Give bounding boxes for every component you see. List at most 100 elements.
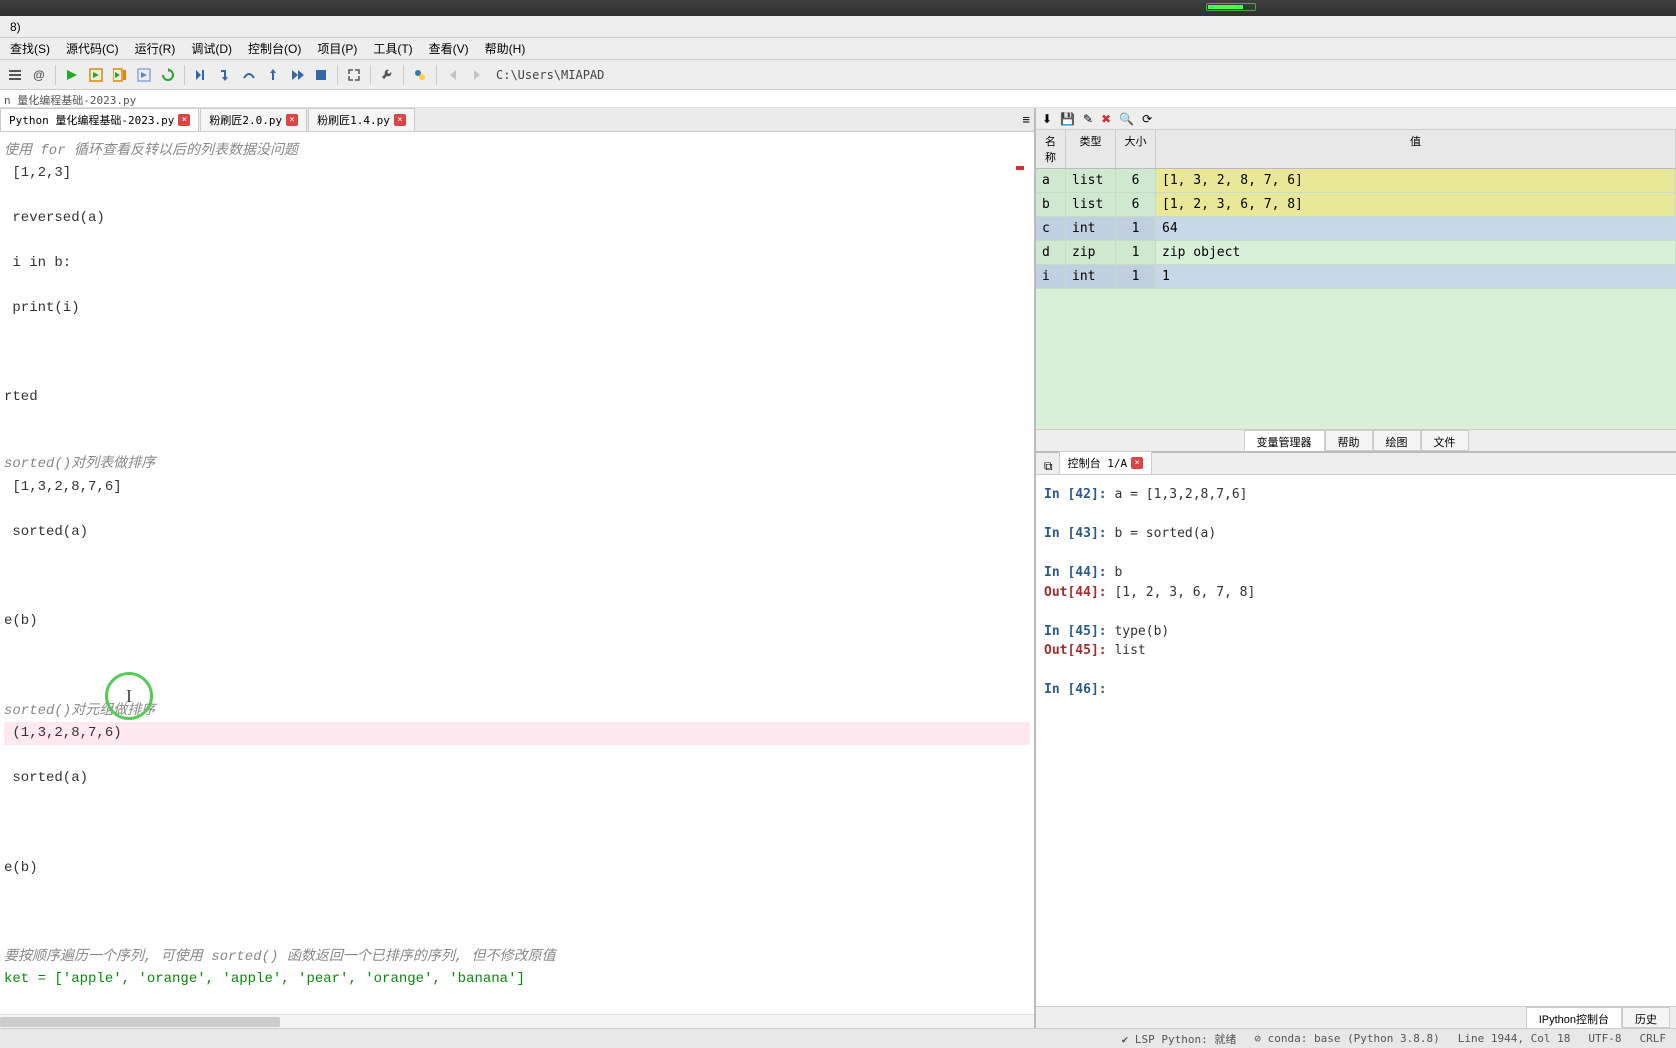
code-line: [4, 565, 1030, 587]
menu-item[interactable]: 工具(T): [365, 37, 420, 60]
code-line: sorted()对元组做排序: [4, 700, 1030, 722]
close-icon[interactable]: ×: [394, 114, 406, 126]
debug-step-icon[interactable]: [190, 64, 212, 86]
variable-cell: i: [1036, 265, 1066, 289]
at-icon[interactable]: @: [28, 64, 50, 86]
variable-explorer: 名称类型大小值 alist6[1, 3, 2, 8, 7, 6]blist6[1…: [1036, 130, 1676, 429]
column-header[interactable]: 名称: [1036, 130, 1066, 168]
editor-tab[interactable]: 粉刷匠2.0.py×: [200, 108, 307, 131]
list-icon[interactable]: [4, 64, 26, 86]
run-selection-icon[interactable]: [133, 64, 155, 86]
reload-icon[interactable]: [157, 64, 179, 86]
nav-back-icon[interactable]: [442, 64, 464, 86]
variable-cell: 6: [1116, 169, 1156, 193]
console-entry: In [46]:: [1044, 680, 1668, 700]
variable-cell: [1, 3, 2, 8, 7, 6]: [1156, 169, 1676, 193]
run-cell-icon[interactable]: [85, 64, 107, 86]
pane-tab[interactable]: 文件: [1421, 430, 1469, 451]
code-line: [4, 812, 1030, 834]
code-line: ket = ['apple', 'orange', 'apple', 'pear…: [4, 968, 1030, 990]
code-editor[interactable]: I 使用 for 循环查看反转以后的列表数据没问题 [1,2,3] revers…: [0, 132, 1034, 1014]
variable-cell: 6: [1116, 193, 1156, 217]
close-icon[interactable]: ×: [286, 114, 298, 126]
close-icon[interactable]: ×: [1131, 457, 1143, 469]
nav-fwd-icon[interactable]: [466, 64, 488, 86]
variable-cell: int: [1066, 265, 1116, 289]
maximize-icon[interactable]: [343, 64, 365, 86]
wrench-icon[interactable]: [376, 64, 398, 86]
code-line: e(b): [4, 610, 1030, 632]
editor-tab[interactable]: 粉刷匠1.4.py×: [308, 108, 415, 131]
menu-item[interactable]: 查找(S): [2, 37, 58, 60]
code-line: [4, 588, 1030, 610]
debug-out-icon[interactable]: [262, 64, 284, 86]
python-icon[interactable]: [409, 64, 431, 86]
cursor-indicator-icon: I: [105, 672, 153, 720]
close-icon[interactable]: ×: [178, 114, 190, 126]
variable-cell: 64: [1156, 217, 1676, 241]
run-cell-advance-icon[interactable]: [109, 64, 131, 86]
save-icon[interactable]: 💾: [1060, 112, 1075, 126]
editor-pane: Python 量化编程基础-2023.py×粉刷匠2.0.py×粉刷匠1.4.p…: [0, 108, 1036, 1028]
search-icon[interactable]: 🔍: [1119, 112, 1134, 126]
variable-row[interactable]: alist6[1, 3, 2, 8, 7, 6]: [1036, 169, 1676, 193]
code-line: [4, 319, 1030, 341]
menu-item[interactable]: 查看(V): [421, 37, 477, 60]
code-line: [4, 834, 1030, 856]
breadcrumb: n 量化编程基础-2023.py: [0, 90, 1676, 108]
pane-tab[interactable]: 变量管理器: [1244, 430, 1325, 451]
stop-icon[interactable]: [310, 64, 332, 86]
debug-continue-icon[interactable]: [286, 64, 308, 86]
menu-item[interactable]: 帮助(H): [477, 37, 534, 60]
column-header[interactable]: 类型: [1066, 130, 1116, 168]
code-line: [4, 431, 1030, 453]
code-line: [4, 543, 1030, 565]
main-menu: 查找(S)源代码(C)运行(R)调试(D)控制台(O)项目(P)工具(T)查看(…: [0, 38, 1676, 60]
debug-into-icon[interactable]: [214, 64, 236, 86]
variable-row[interactable]: iint11: [1036, 265, 1676, 289]
horizontal-scrollbar[interactable]: [0, 1014, 1034, 1028]
status-conda[interactable]: ⊘ conda: base (Python 3.8.8): [1254, 1032, 1439, 1045]
code-line: rted: [4, 386, 1030, 408]
console-entry: In [43]: b = sorted(a): [1044, 524, 1668, 544]
menu-item[interactable]: 控制台(O): [240, 37, 309, 60]
menu-item[interactable]: 项目(P): [309, 37, 365, 60]
hamburger-icon[interactable]: ≡: [1022, 112, 1030, 127]
variable-cell: 1: [1156, 265, 1676, 289]
code-line: [4, 677, 1030, 699]
variable-row[interactable]: cint164: [1036, 217, 1676, 241]
menu-item[interactable]: 运行(R): [127, 37, 184, 60]
status-encoding[interactable]: UTF-8: [1588, 1032, 1621, 1045]
debug-over-icon[interactable]: [238, 64, 260, 86]
code-line: [4, 879, 1030, 901]
code-line: sorted(a): [4, 521, 1030, 543]
bottom-tab[interactable]: 历史: [1622, 1007, 1670, 1028]
code-line: [4, 342, 1030, 364]
status-eol[interactable]: CRLF: [1640, 1032, 1667, 1045]
code-line: [4, 185, 1030, 207]
variable-cell: zip object: [1156, 241, 1676, 265]
import-icon[interactable]: ⬇: [1042, 112, 1052, 126]
pane-tab[interactable]: 帮助: [1325, 430, 1373, 451]
edit-icon[interactable]: ✎: [1083, 112, 1093, 126]
variable-row[interactable]: blist6[1, 2, 3, 6, 7, 8]: [1036, 193, 1676, 217]
variable-row[interactable]: dzip1zip object: [1036, 241, 1676, 265]
code-line: [4, 924, 1030, 946]
bottom-tab[interactable]: IPython控制台: [1526, 1007, 1622, 1028]
ipython-console[interactable]: In [42]: a = [1,3,2,8,7,6]In [43]: b = s…: [1036, 475, 1676, 1006]
variable-cell: c: [1036, 217, 1066, 241]
delete-icon[interactable]: ✖: [1101, 112, 1111, 126]
code-line: sorted(a): [4, 767, 1030, 789]
refresh-icon[interactable]: ⟳: [1142, 112, 1152, 126]
pane-tab[interactable]: 绘图: [1373, 430, 1421, 451]
run-icon[interactable]: [61, 64, 83, 86]
menu-item[interactable]: 调试(D): [183, 37, 240, 60]
console-popout-icon[interactable]: ⧉: [1040, 459, 1057, 474]
column-header[interactable]: 大小: [1116, 130, 1156, 168]
editor-tab[interactable]: Python 量化编程基础-2023.py×: [0, 108, 199, 131]
console-tab[interactable]: 控制台 1/A ×: [1059, 451, 1153, 474]
menu-item[interactable]: 源代码(C): [58, 37, 127, 60]
variable-cell: list: [1066, 169, 1116, 193]
column-header[interactable]: 值: [1156, 130, 1676, 168]
menu-item[interactable]: 8): [2, 17, 29, 37]
